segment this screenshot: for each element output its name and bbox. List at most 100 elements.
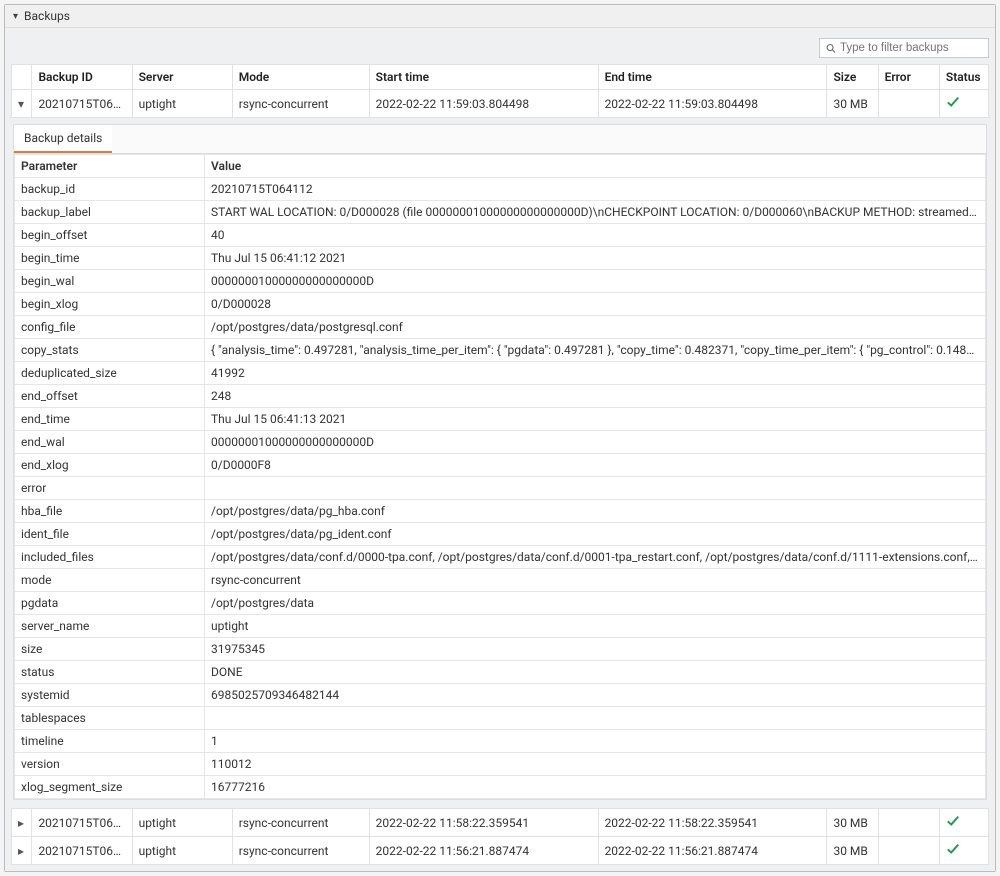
details-tabbar: Backup details <box>14 125 986 154</box>
details-param: end_offset <box>15 385 205 408</box>
details-param: deduplicated_size <box>15 362 205 385</box>
details-value: 00000001000000000000000D <box>205 431 986 454</box>
details-row: hba_file/opt/postgres/data/pg_hba.conf <box>15 500 986 523</box>
details-row: begin_offset40 <box>15 224 986 247</box>
details-param: end_time <box>15 408 205 431</box>
details-value: 110012 <box>205 753 986 776</box>
cell-backup-id: 20210715T064008 <box>32 837 132 865</box>
details-param: end_wal <box>15 431 205 454</box>
details-value <box>205 707 986 730</box>
row-expander[interactable]: ▸ <box>12 837 32 865</box>
details-value: START WAL LOCATION: 0/D000028 (file 0000… <box>205 201 986 224</box>
details-param: tablespaces <box>15 707 205 730</box>
cell-mode: rsync-concurrent <box>232 837 369 865</box>
details-param: timeline <box>15 730 205 753</box>
details-row: begin_xlog0/D000028 <box>15 293 986 316</box>
details-table: Parameter Value backup_id20210715T064112… <box>14 154 986 799</box>
panel-body: Backup ID Server Mode Start time End tim… <box>5 28 995 871</box>
details-param: ident_file <box>15 523 205 546</box>
col-mode[interactable]: Mode <box>232 65 369 90</box>
details-row: backup_labelSTART WAL LOCATION: 0/D00002… <box>15 201 986 224</box>
cell-start-time: 2022-02-22 11:58:22.359541 <box>369 809 598 837</box>
details-param: backup_id <box>15 178 205 201</box>
details-value: Thu Jul 15 06:41:13 2021 <box>205 408 986 431</box>
cell-mode: rsync-concurrent <box>232 90 369 118</box>
details-row: version110012 <box>15 753 986 776</box>
details-row: config_file/opt/postgres/data/postgresql… <box>15 316 986 339</box>
table-header-row: Backup ID Server Mode Start time End tim… <box>12 65 989 90</box>
col-start-time[interactable]: Start time <box>369 65 598 90</box>
chevron-down-icon[interactable]: ▾ <box>13 11 18 22</box>
details-value: 0/D000028 <box>205 293 986 316</box>
details-param: included_files <box>15 546 205 569</box>
col-expander <box>12 65 32 90</box>
col-end-time[interactable]: End time <box>598 65 827 90</box>
details-param: server_name <box>15 615 205 638</box>
filter-input-wrap[interactable] <box>819 38 989 58</box>
details-row: pgdata/opt/postgres/data <box>15 592 986 615</box>
table-row[interactable]: ▸ 20210715T064106 uptight rsync-concurre… <box>12 809 989 837</box>
details-row: begin_timeThu Jul 15 06:41:12 2021 <box>15 247 986 270</box>
details-value: 40 <box>205 224 986 247</box>
backups-panel: ▾ Backups Backup ID Server Mode Start ti… <box>4 4 996 872</box>
details-value: 20210715T064112 <box>205 178 986 201</box>
cell-size: 30 MB <box>827 90 878 118</box>
details-param: size <box>15 638 205 661</box>
checkmark-icon <box>946 95 960 109</box>
details-col-value[interactable]: Value <box>205 155 986 178</box>
cell-error <box>878 837 939 865</box>
details-value: /opt/postgres/data/pg_ident.conf <box>205 523 986 546</box>
search-icon <box>826 43 836 54</box>
details-value: 6985025709346482144 <box>205 684 986 707</box>
col-error[interactable]: Error <box>878 65 939 90</box>
row-expander[interactable]: ▸ <box>12 809 32 837</box>
cell-mode: rsync-concurrent <box>232 809 369 837</box>
details-row: server_nameuptight <box>15 615 986 638</box>
details-row: end_wal00000001000000000000000D <box>15 431 986 454</box>
details-row: timeline1 <box>15 730 986 753</box>
details-param: copy_stats <box>15 339 205 362</box>
panel-header[interactable]: ▾ Backups <box>5 5 995 28</box>
details-header-row: Parameter Value <box>15 155 986 178</box>
col-backup-id[interactable]: Backup ID <box>32 65 132 90</box>
filter-input[interactable] <box>840 42 982 54</box>
details-row: size31975345 <box>15 638 986 661</box>
checkmark-icon <box>946 814 960 828</box>
details-value: /opt/postgres/data/postgresql.conf <box>205 316 986 339</box>
details-value: 00000001000000000000000D <box>205 270 986 293</box>
details-row: begin_wal00000001000000000000000D <box>15 270 986 293</box>
row-expander[interactable]: ▾ <box>12 90 32 118</box>
cell-server: uptight <box>132 90 232 118</box>
details-param: version <box>15 753 205 776</box>
tab-backup-details[interactable]: Backup details <box>14 125 112 153</box>
backups-table-tail: ▸ 20210715T064106 uptight rsync-concurre… <box>11 808 989 865</box>
details-value: DONE <box>205 661 986 684</box>
details-row: statusDONE <box>15 661 986 684</box>
checkmark-icon <box>946 842 960 856</box>
details-param: begin_xlog <box>15 293 205 316</box>
details-param: hba_file <box>15 500 205 523</box>
table-row[interactable]: ▸ 20210715T064008 uptight rsync-concurre… <box>12 837 989 865</box>
details-param: status <box>15 661 205 684</box>
details-param: begin_offset <box>15 224 205 247</box>
backup-details-box: Backup details Parameter Value backup_id… <box>13 124 987 800</box>
col-status[interactable]: Status <box>939 65 988 90</box>
details-row: tablespaces <box>15 707 986 730</box>
details-row: systemid6985025709346482144 <box>15 684 986 707</box>
details-row: xlog_segment_size16777216 <box>15 776 986 799</box>
details-row: end_xlog0/D0000F8 <box>15 454 986 477</box>
details-value: 41992 <box>205 362 986 385</box>
cell-error <box>878 90 939 118</box>
cell-size: 30 MB <box>827 837 878 865</box>
cell-end-time: 2022-02-22 11:56:21.887474 <box>598 837 827 865</box>
details-col-parameter[interactable]: Parameter <box>15 155 205 178</box>
table-row[interactable]: ▾ 20210715T064112 uptight rsync-concurre… <box>12 90 989 118</box>
details-param: end_xlog <box>15 454 205 477</box>
col-server[interactable]: Server <box>132 65 232 90</box>
cell-start-time: 2022-02-22 11:56:21.887474 <box>369 837 598 865</box>
cell-server: uptight <box>132 837 232 865</box>
details-value: /opt/postgres/data/conf.d/0000-tpa.conf,… <box>205 546 986 569</box>
col-size[interactable]: Size <box>827 65 878 90</box>
details-row: included_files/opt/postgres/data/conf.d/… <box>15 546 986 569</box>
details-row: modersync-concurrent <box>15 569 986 592</box>
